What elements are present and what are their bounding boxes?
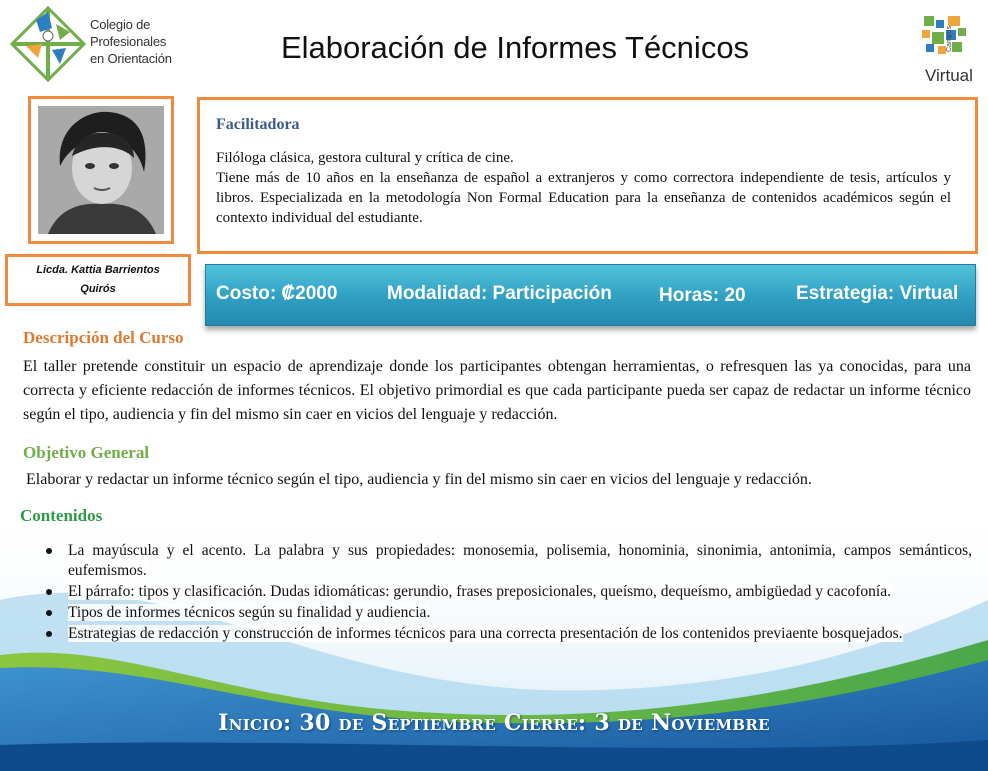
- list-item: El párrafo: tipos y clasificación. Dudas…: [44, 582, 972, 602]
- list-item-text: Tipos de informes técnicos según su fina…: [68, 604, 431, 621]
- org-name-line: en Orientación: [90, 51, 172, 66]
- list-item: Tipos de informes técnicos según su fina…: [44, 603, 972, 623]
- bullet-icon: [46, 548, 52, 554]
- facilitator-photo: [38, 106, 164, 234]
- facilitator-name-box: Licda. Kattia Barrientos Quirós: [5, 254, 191, 306]
- hours-label: Horas: 20: [659, 285, 746, 306]
- org-logo: Colegio de Profesionales en Orientación: [8, 5, 208, 83]
- contents-heading: Contenidos: [20, 506, 103, 525]
- dates-footer: Inicio: 30 de Septiembre Cierre: 3 de No…: [218, 710, 770, 736]
- page-title: Elaboración de Informes Técnicos: [280, 30, 750, 65]
- campus-small-label: Campus: [946, 25, 953, 52]
- facilitator-name-line: Licda. Kattia Barrientos: [36, 264, 160, 276]
- objective-text: Elaborar y redactar un informe técnico s…: [26, 471, 812, 488]
- course-info-bar: Costo: ₡2000 Modalidad: Participación Ho…: [205, 264, 976, 326]
- org-name-line: Profesionales: [90, 34, 167, 49]
- description-heading: Descripción del Curso: [23, 328, 184, 347]
- facilitator-bio: Tiene más de 10 años en la enseñanza de …: [216, 170, 951, 226]
- facilitator-line: Filóloga clásica, gestora cultural y crí…: [216, 150, 514, 166]
- facilitator-photo-frame: [28, 96, 174, 244]
- list-item: Estrategias de redacción y construcción …: [44, 624, 972, 644]
- campus-virtual-logo: Campus Virtual: [918, 14, 982, 88]
- facilitator-box: Facilitadora Filóloga clásica, gestora c…: [197, 97, 978, 254]
- contents-list: La mayúscula y el acento. La palabra y s…: [44, 541, 972, 645]
- facilitator-heading: Facilitadora: [216, 116, 300, 133]
- list-item-text: Estrategias de redacción y construcción …: [68, 625, 903, 642]
- bullet-icon: [46, 610, 52, 616]
- description-text: El taller pretende constituir un espacio…: [23, 358, 971, 423]
- cost-label: Costo: ₡2000: [216, 283, 338, 304]
- list-item-text: El párrafo: tipos y clasificación. Dudas…: [68, 583, 891, 600]
- bullet-icon: [46, 589, 52, 595]
- modality-label: Modalidad: Participación: [387, 283, 612, 304]
- org-name-line: Colegio de: [90, 17, 151, 32]
- facilitator-name-line: Quirós: [80, 283, 116, 295]
- bullet-icon: [46, 631, 52, 637]
- strategy-label: Estrategia: Virtual: [796, 283, 959, 304]
- campus-big-label: Virtual: [925, 66, 973, 85]
- list-item: La mayúscula y el acento. La palabra y s…: [44, 541, 972, 581]
- portrait-icon: [38, 106, 164, 234]
- campus-logo-icon: [922, 16, 966, 54]
- list-item-text: La mayúscula y el acento. La palabra y s…: [68, 542, 972, 579]
- objective-heading: Objetivo General: [23, 443, 150, 462]
- org-logo-icon: [9, 5, 87, 83]
